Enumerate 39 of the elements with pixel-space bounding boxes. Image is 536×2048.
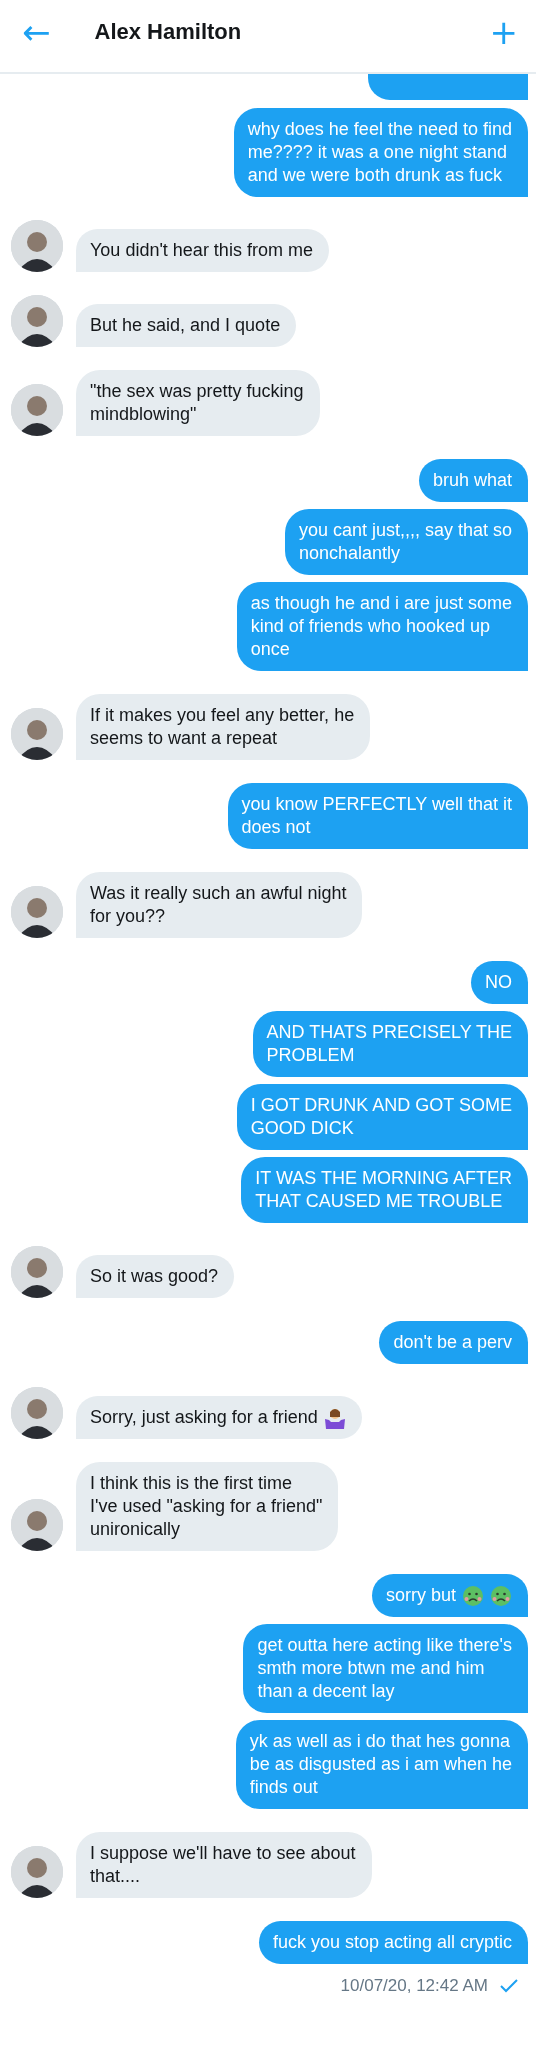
back-button[interactable]: ← <box>22 15 51 49</box>
avatar <box>11 1387 63 1439</box>
chat-title: Alex Hamilton <box>94 19 243 45</box>
add-button[interactable]: + <box>489 15 518 49</box>
person-shrugging-icon <box>323 1406 346 1429</box>
avatar <box>11 886 63 938</box>
avatar <box>11 708 63 760</box>
message-text: IT WAS THE MORNING AFTER THAT CAUSED ME TROUBLE <box>255 1167 512 1213</box>
message-text: fuck you stop acting all cryptic <box>272 1931 512 1954</box>
message-text: I think this is the first time I've used "asking for a friend" unironically <box>90 1472 323 1541</box>
message-text: NO <box>485 971 512 994</box>
avatar <box>11 295 63 347</box>
avatar <box>11 1499 63 1551</box>
message-text: So it was good? <box>90 1265 219 1288</box>
message-text: you know PERFECTLY well that it does not <box>241 793 512 839</box>
message-text: I suppose we'll have to see about that.... <box>90 1842 356 1888</box>
sick-face-icon <box>490 1584 512 1607</box>
message-text: why does he feel the need to find me???? it was a one night stand and we were both drunk as fuck <box>247 118 512 187</box>
message-text: You didn't hear this from me <box>90 239 313 262</box>
message-text: If it makes you feel any better, he seems to want a repeat <box>90 704 355 750</box>
message-text: "the sex was pretty fucking mindblowing" <box>90 380 304 426</box>
message-text: don't be a perv <box>393 1331 512 1354</box>
message-text: But he said, and I quote <box>90 314 281 337</box>
message-text: Was it really such an awful night for you?? <box>90 882 347 928</box>
avatar <box>11 1246 63 1298</box>
message-text: AND THATS PRECISELY THE PROBLEM <box>266 1021 512 1067</box>
message-text: get outta here acting like there's smth more btwn me and him than a decent lay <box>257 1634 512 1703</box>
avatar <box>11 1846 63 1898</box>
message-text: yk as well as i do that hes gonna be as disgusted as i am when he finds out <box>249 1730 512 1799</box>
message-text: bruh what <box>432 469 512 492</box>
message-text: you cant just,,,, say that so nonchalantly <box>298 519 512 565</box>
message-text: Sorry, just asking for a friend <box>90 1406 318 1429</box>
message-text: as though he and i are just some kind of friends who hooked up once <box>250 592 512 661</box>
message-text: I GOT DRUNK AND GOT SOME GOOD DICK <box>250 1094 512 1140</box>
timestamp: 10/07/20, 12:42 AM <box>340 1976 488 1996</box>
avatar <box>11 220 63 272</box>
message-text: sorry but <box>385 1584 456 1607</box>
sick-face-icon <box>462 1584 484 1607</box>
avatar <box>11 384 63 436</box>
